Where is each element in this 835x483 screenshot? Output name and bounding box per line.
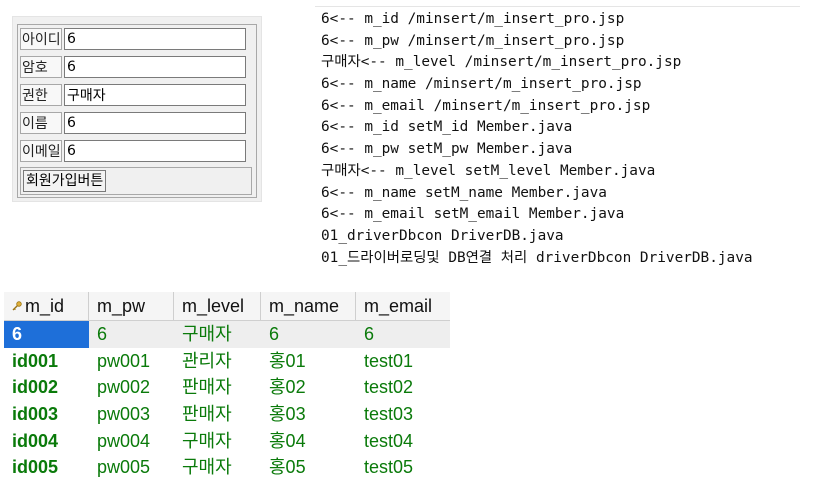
- table-cell-m-pw[interactable]: pw005: [89, 454, 174, 481]
- table-cell-m-id[interactable]: id002: [4, 374, 89, 401]
- column-header-m-email[interactable]: m_email: [356, 292, 450, 320]
- table-cell-m-id[interactable]: id004: [4, 428, 89, 455]
- table-cell-m-level[interactable]: 판매자: [174, 401, 261, 428]
- console-line: 6<-- m_email setM_email Member.java: [321, 206, 625, 223]
- pw-input[interactable]: [64, 56, 246, 78]
- console-line: 01_드라이버로딩및 DB연결 처리 driverDbcon DriverDB.…: [321, 249, 753, 266]
- console-divider: [315, 6, 800, 7]
- email-label: 이메일: [20, 140, 62, 162]
- form-row-name: 이름: [18, 109, 256, 137]
- table-cell-m-id[interactable]: id005: [4, 454, 89, 481]
- table-cell-m-pw[interactable]: pw003: [89, 401, 174, 428]
- table-cell-m-level[interactable]: 관리자: [174, 348, 261, 375]
- key-icon: [12, 301, 22, 311]
- console-line: 6<-- m_email /minsert/m_insert_pro.jsp: [321, 97, 651, 114]
- table-row[interactable]: id002 pw002 판매자 홍02 test02: [4, 374, 450, 401]
- column-header-m-pw[interactable]: m_pw: [89, 292, 174, 320]
- table-cell-m-level[interactable]: 구매자: [174, 321, 261, 348]
- table-cell-m-id[interactable]: 6: [4, 321, 89, 348]
- column-header-m-level[interactable]: m_level: [174, 292, 261, 320]
- table-cell-m-name[interactable]: 홍02: [261, 374, 356, 401]
- form-row-id: 아이디: [18, 25, 256, 53]
- table-cell-m-pw[interactable]: 6: [89, 321, 174, 348]
- table-cell-m-email[interactable]: test04: [356, 428, 450, 455]
- name-label: 이름: [20, 112, 62, 134]
- member-db-grid: m_id m_pw m_level m_name m_email 6 6 구매자 6 6…: [4, 292, 450, 481]
- table-row[interactable]: id005 pw005 구매자 홍05 test05: [4, 454, 450, 481]
- table-cell-m-name[interactable]: 6: [261, 321, 356, 348]
- table-cell-m-email[interactable]: test02: [356, 374, 450, 401]
- form-row-pw: 암호: [18, 53, 256, 81]
- table-cell-m-email[interactable]: test03: [356, 401, 450, 428]
- console-line: 6<-- m_pw /minsert/m_insert_pro.jsp: [321, 32, 625, 49]
- console-line: 구매자<-- m_level setM_level Member.java: [321, 162, 656, 179]
- name-input[interactable]: [64, 112, 246, 134]
- member-form-table: 아이디 암호 권한 이름 이메일 회원가입버튼: [17, 24, 257, 198]
- table-cell-m-email[interactable]: 6: [356, 321, 450, 348]
- level-label: 권한: [20, 84, 62, 106]
- table-row[interactable]: 6 6 구매자 6 6: [4, 321, 450, 348]
- submit-cell: 회원가입버튼: [20, 167, 252, 195]
- table-row[interactable]: id001 pw001 관리자 홍01 test01: [4, 348, 450, 375]
- email-input[interactable]: [64, 140, 246, 162]
- id-input[interactable]: [64, 28, 246, 50]
- table-cell-m-email[interactable]: test01: [356, 348, 450, 375]
- grid-header: m_id m_pw m_level m_name m_email: [4, 292, 450, 321]
- form-row-level: 권한: [18, 81, 256, 109]
- pw-label: 암호: [20, 56, 62, 78]
- table-cell-m-name[interactable]: 홍03: [261, 401, 356, 428]
- column-header-label: m_id: [25, 296, 65, 316]
- table-cell-m-name[interactable]: 홍01: [261, 348, 356, 375]
- column-header-m-name[interactable]: m_name: [261, 292, 356, 320]
- member-form-panel: 아이디 암호 권한 이름 이메일 회원가입버튼: [12, 16, 262, 202]
- table-cell-m-pw[interactable]: pw001: [89, 348, 174, 375]
- id-label: 아이디: [20, 28, 62, 50]
- table-row[interactable]: id003 pw003 판매자 홍03 test03: [4, 401, 450, 428]
- table-cell-m-level[interactable]: 구매자: [174, 454, 261, 481]
- table-cell-m-name[interactable]: 홍05: [261, 454, 356, 481]
- console-line: 6<-- m_name setM_name Member.java: [321, 184, 607, 201]
- console-line: 6<-- m_pw setM_pw Member.java: [321, 141, 573, 158]
- table-cell-m-id[interactable]: id003: [4, 401, 89, 428]
- grid-body: 6 6 구매자 6 6 id001 pw001 관리자 홍01 test01 id002 pw002 판…: [4, 321, 450, 481]
- table-row[interactable]: id004 pw004 구매자 홍04 test04: [4, 428, 450, 455]
- table-cell-m-email[interactable]: test05: [356, 454, 450, 481]
- table-cell-m-name[interactable]: 홍04: [261, 428, 356, 455]
- form-row-email: 이메일: [18, 137, 256, 165]
- console-output: 6<-- m_id /minsert/m_insert_pro.jsp 6<--…: [321, 9, 801, 269]
- table-cell-m-level[interactable]: 구매자: [174, 428, 261, 455]
- console-line: 6<-- m_id setM_id Member.java: [321, 119, 573, 136]
- table-cell-m-id[interactable]: id001: [4, 348, 89, 375]
- console-line: 6<-- m_id /minsert/m_insert_pro.jsp: [321, 11, 625, 27]
- console-line: 구매자<-- m_level /minsert/m_insert_pro.jsp: [321, 54, 682, 71]
- table-cell-m-level[interactable]: 판매자: [174, 374, 261, 401]
- signup-button[interactable]: 회원가입버튼: [23, 170, 107, 192]
- table-cell-m-pw[interactable]: pw002: [89, 374, 174, 401]
- table-cell-m-pw[interactable]: pw004: [89, 428, 174, 455]
- console-line: 01_driverDbcon DriverDB.java: [321, 227, 564, 244]
- console-line: 6<-- m_name /minsert/m_insert_pro.jsp: [321, 76, 642, 93]
- column-header-m-id[interactable]: m_id: [4, 292, 89, 320]
- form-row-submit: 회원가입버튼: [18, 165, 256, 197]
- level-input[interactable]: [64, 84, 246, 106]
